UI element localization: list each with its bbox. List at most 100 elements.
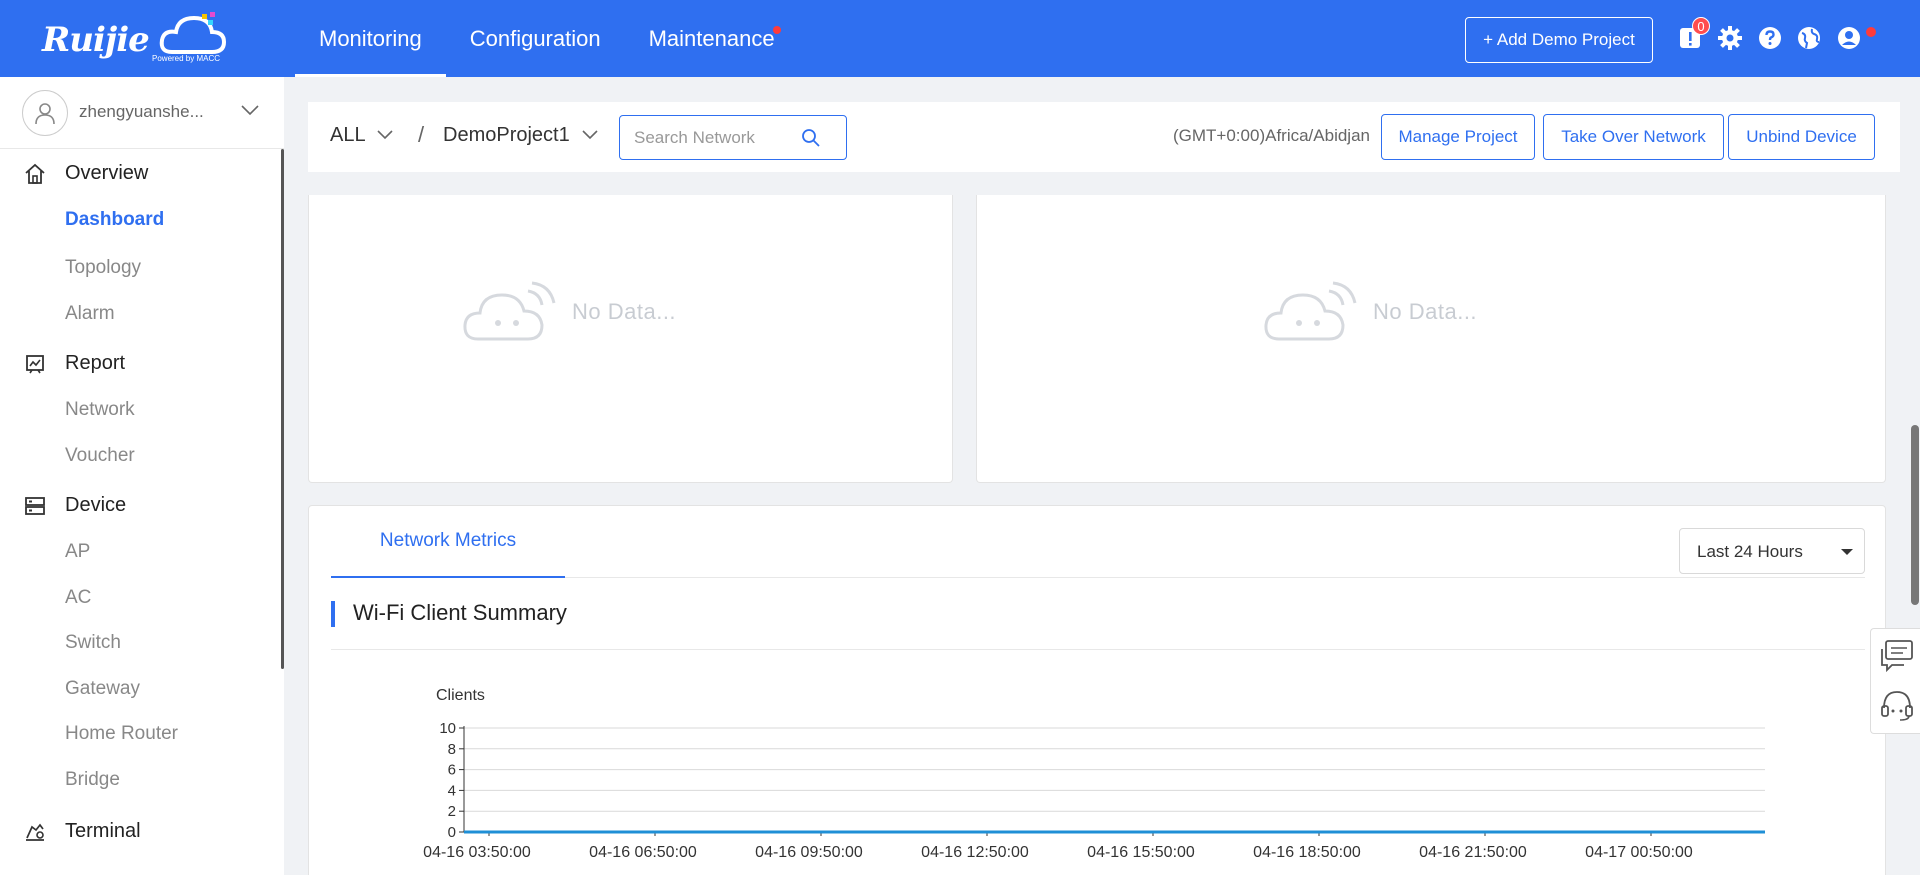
alarm-count-badge: 0	[1692, 17, 1710, 35]
no-data-cloud-icon	[1264, 281, 1357, 341]
network-metrics-card: Network Metrics Last 24 Hours Wi-Fi Clie…	[308, 505, 1886, 875]
avatar	[22, 90, 68, 136]
sidebar-group-report[interactable]: Report	[0, 341, 280, 385]
sidebar-item-ac[interactable]: AC	[65, 587, 91, 609]
sidebar-group-label: Terminal	[65, 820, 141, 842]
chevron-down-icon[interactable]	[240, 103, 260, 117]
sidebar-scrollbar[interactable]	[281, 149, 284, 669]
no-data-placeholder: No Data...	[1263, 281, 1477, 343]
take-over-network-button[interactable]: Take Over Network	[1543, 114, 1724, 160]
logo-subtitle: Powered by MACC	[152, 54, 221, 63]
sidebar-group-label: Overview	[65, 162, 149, 184]
no-data-text: No Data...	[1373, 299, 1478, 324]
sidebar-item-home-router[interactable]: Home Router	[65, 723, 178, 745]
project-filter-bar: ALL / DemoProject1 (GMT+0:00)Africa/Abid…	[308, 102, 1900, 172]
x-tick-label: 04-17 00:50:00	[1585, 844, 1693, 861]
search-network-input[interactable]	[634, 127, 794, 149]
nav-configuration[interactable]: Configuration	[446, 0, 625, 77]
logo-text: Ruijie	[42, 20, 150, 60]
sidebar-item-voucher[interactable]: Voucher	[65, 445, 135, 467]
x-tick-label: 04-16 03:50:00	[423, 844, 531, 861]
gear-icon[interactable]	[1717, 25, 1743, 51]
x-tick-label: 04-16 06:50:00	[589, 844, 697, 861]
no-data-text: No Data...	[572, 299, 677, 324]
timezone-label: (GMT+0:00)Africa/Abidjan	[1173, 126, 1370, 145]
breadcrumb-separator: /	[418, 122, 425, 147]
sidebar-item-topology[interactable]: Topology	[65, 257, 141, 279]
scope-selector[interactable]: ALL	[330, 124, 366, 147]
time-range-value: Last 24 Hours	[1697, 542, 1803, 561]
sidebar-item-alarm[interactable]: Alarm	[65, 303, 115, 325]
chevron-down-icon[interactable]	[581, 128, 599, 140]
sidebar-item-network[interactable]: Network	[65, 399, 135, 421]
tab-network-metrics-label: Network Metrics	[379, 530, 517, 551]
add-demo-project-button[interactable]: + Add Demo Project	[1465, 17, 1653, 63]
x-tick-label: 04-16 12:50:00	[921, 844, 1029, 861]
chevron-down-icon[interactable]	[376, 128, 394, 140]
nav-monitoring[interactable]: Monitoring	[295, 0, 446, 77]
avatar-person-icon	[35, 103, 55, 125]
floating-support-panel	[1870, 628, 1920, 734]
globe-icon[interactable]	[1796, 25, 1822, 51]
cloud-logo-icon	[159, 12, 227, 54]
user-name: zhengyuanshe...	[79, 102, 204, 121]
chat-icon[interactable]	[1878, 637, 1916, 675]
home-icon	[25, 163, 45, 184]
y-tick-label: 0	[448, 824, 456, 841]
device-icon	[25, 497, 45, 515]
top-bar: Ruijie Powered by MACC Monitoring Config…	[0, 0, 1920, 77]
y-tick-label: 2	[448, 803, 456, 820]
sidebar-group-overview[interactable]: Overview	[0, 151, 280, 195]
sidebar-group-label: Report	[65, 352, 126, 374]
sidebar-item-dashboard[interactable]: Dashboard	[65, 209, 164, 231]
report-icon	[26, 355, 44, 374]
empty-panel-left: No Data...	[308, 195, 953, 483]
x-tick-label: 04-16 18:50:00	[1253, 844, 1361, 861]
user-notification-dot	[1866, 27, 1876, 37]
help-icon[interactable]	[1757, 25, 1783, 51]
sidebar-item-bridge[interactable]: Bridge	[65, 769, 120, 791]
section-title: Wi-Fi Client Summary	[353, 600, 567, 625]
x-tick-label: 04-16 15:50:00	[1087, 844, 1195, 861]
y-axis-label: Clients	[436, 687, 485, 704]
y-tick-label: 6	[448, 762, 456, 779]
project-selector[interactable]: DemoProject1	[443, 124, 570, 147]
y-tick-label: 4	[448, 782, 456, 799]
user-icon[interactable]	[1836, 25, 1862, 51]
section-accent-bar	[331, 601, 335, 627]
y-tick-label: 8	[448, 741, 456, 758]
section-divider	[331, 649, 1865, 650]
sidebar-group-label: Device	[65, 494, 127, 516]
nav-maintenance[interactable]: Maintenance	[625, 0, 799, 77]
sidebar-item-ap[interactable]: AP	[65, 541, 90, 563]
sidebar: zhengyuanshe... Overview Dashboard Topol…	[0, 77, 284, 875]
search-icon[interactable]	[800, 127, 822, 149]
page-scrollbar-thumb[interactable]	[1911, 425, 1919, 605]
sidebar-group-terminal[interactable]: Terminal	[0, 809, 280, 853]
ruijie-logo[interactable]: Ruijie Powered by MACC	[40, 10, 227, 66]
main-nav: Monitoring Configuration Maintenance	[295, 0, 799, 77]
wifi-client-chart: Clients 0 2 4 6 8 10 04-16 03:50:00 04-16 06:50…	[423, 687, 1765, 861]
unbind-device-button[interactable]: Unbind Device	[1728, 114, 1875, 160]
no-data-cloud-icon	[463, 281, 556, 341]
sidebar-item-switch[interactable]: Switch	[65, 632, 121, 654]
user-account-selector[interactable]: zhengyuanshe...	[0, 77, 284, 149]
headset-support-icon[interactable]	[1878, 686, 1916, 724]
terminal-icon	[26, 823, 44, 841]
empty-panel-right: No Data...	[976, 195, 1886, 483]
sidebar-group-device[interactable]: Device	[0, 483, 280, 527]
search-network-box	[619, 115, 847, 160]
time-range-select[interactable]: Last 24 Hours	[1679, 528, 1865, 574]
sidebar-item-gateway[interactable]: Gateway	[65, 678, 140, 700]
tab-network-metrics[interactable]: Network Metrics	[331, 506, 565, 578]
x-tick-label: 04-16 21:50:00	[1419, 844, 1527, 861]
manage-project-button[interactable]: Manage Project	[1381, 114, 1535, 160]
caret-down-icon	[1841, 549, 1853, 555]
x-tick-label: 04-16 09:50:00	[755, 844, 863, 861]
y-tick-label: 10	[439, 720, 456, 737]
maintenance-notification-dot	[772, 26, 781, 34]
nav-monitoring-label: Monitoring	[319, 25, 422, 51]
no-data-placeholder: No Data...	[462, 281, 676, 343]
nav-configuration-label: Configuration	[469, 25, 601, 51]
nav-maintenance-label: Maintenance	[648, 25, 775, 51]
